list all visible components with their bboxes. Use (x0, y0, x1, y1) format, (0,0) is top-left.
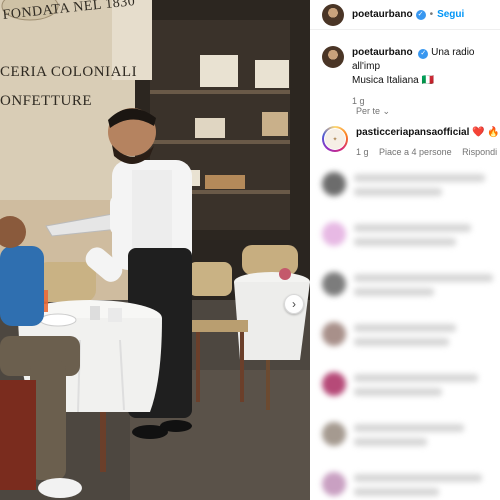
avatar (322, 272, 346, 296)
comment-sort-label: Per te (356, 106, 381, 116)
chevron-right-icon: › (292, 297, 296, 311)
list-item (322, 468, 500, 500)
verified-badge-icon: ✓ (418, 48, 429, 59)
separator-dot: • (429, 9, 434, 20)
comment-likes-link[interactable]: Piace a 4 persone (379, 147, 452, 157)
list-item (322, 218, 500, 268)
comment-body: pasticceriapansaofficial ❤️ 🔥 1 g Piace … (356, 126, 500, 159)
avatar (322, 472, 346, 496)
comment-sort-dropdown[interactable]: Per te ⌄ (356, 106, 390, 117)
fire-emoji: 🔥 (487, 127, 500, 138)
caption-author-avatar[interactable] (322, 46, 344, 68)
post-header: poetaurbano ✓ • Segui (310, 0, 500, 30)
post-sidebar: poetaurbano ✓ • Segui poetaurbano ✓ Una … (310, 0, 500, 500)
list-item (322, 318, 500, 368)
italy-flag-emoji: 🇮🇹 (421, 75, 434, 86)
carousel-next-button[interactable]: › (284, 294, 304, 314)
avatar (322, 322, 346, 346)
heart-emoji: ❤️ (472, 127, 485, 138)
caption-body: poetaurbano ✓ Una radio all'imp Musica I… (352, 46, 500, 108)
avatar (322, 172, 346, 196)
comment-timestamp: 1 g (356, 147, 369, 157)
chevron-down-icon: ⌄ (382, 106, 391, 116)
comment-item: ✦ pasticceriapansaofficial ❤️ 🔥 1 g Piac… (322, 126, 500, 159)
list-item (322, 368, 500, 418)
pasticceria-logo-icon: ✦ (324, 128, 346, 150)
caption-text-line2: Musica Italiana (352, 75, 419, 86)
author-avatar[interactable] (322, 3, 344, 26)
post-caption: poetaurbano ✓ Una radio all'imp Musica I… (322, 46, 500, 108)
commenter-avatar[interactable]: ✦ (322, 126, 348, 152)
verified-badge-icon: ✓ (415, 9, 426, 20)
blurred-comments (322, 168, 500, 500)
commenter-username[interactable]: pasticceriapansaofficial (356, 127, 469, 138)
avatar (322, 372, 346, 396)
list-item (322, 418, 500, 468)
list-item (322, 168, 500, 218)
sign-line-1-text: CERIA COLONIALI (0, 64, 138, 80)
follow-button[interactable]: Segui (437, 9, 464, 20)
avatar (322, 422, 346, 446)
author-username[interactable]: poetaurbano (352, 9, 413, 20)
avatar (322, 222, 346, 246)
post-photo[interactable]: FONDATA NEL 1830 CERIA COLONIALI ONFETTU… (0, 0, 310, 500)
sign-line-2-text: ONFETTURE (0, 93, 92, 109)
list-item (322, 268, 500, 318)
comment-reply-button[interactable]: Rispondi (462, 147, 497, 157)
comment-meta: 1 g Piace a 4 persone Rispondi (356, 145, 500, 159)
caption-username[interactable]: poetaurbano (352, 47, 413, 58)
